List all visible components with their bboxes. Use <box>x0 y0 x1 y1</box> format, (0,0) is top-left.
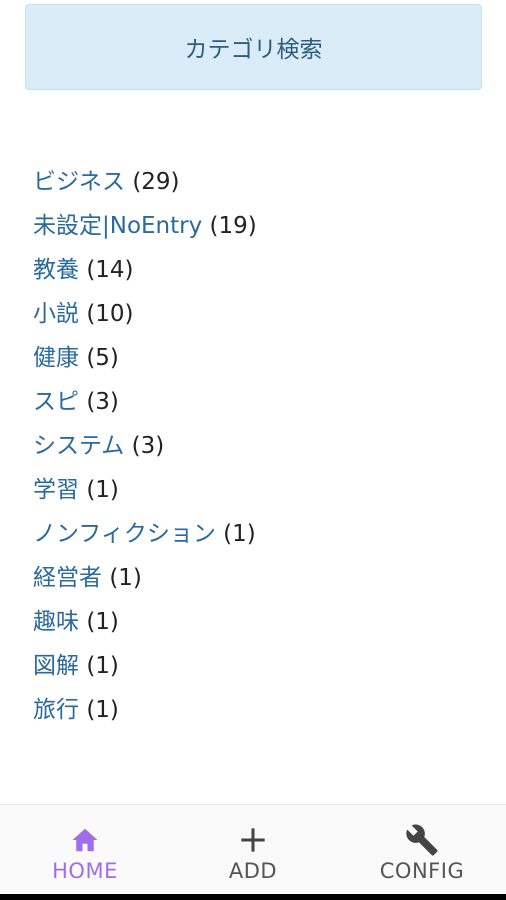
bottom-navigation: HOME ADD CONFIG <box>0 804 506 894</box>
category-link[interactable]: システム <box>33 433 124 459</box>
category-link[interactable]: スピ <box>33 389 79 415</box>
bottom-edge-bar <box>0 894 506 900</box>
nav-home-button[interactable]: HOME <box>20 805 150 894</box>
category-count: (1) <box>109 565 142 591</box>
category-count: (1) <box>223 521 256 547</box>
category-item: 旅行 (1) <box>33 688 257 732</box>
category-item: ビジネス (29) <box>33 160 257 204</box>
nav-add-button[interactable]: ADD <box>188 805 318 894</box>
category-item: スピ (3) <box>33 380 257 424</box>
category-count: (29) <box>132 169 180 195</box>
category-count: (19) <box>209 213 257 239</box>
category-count: (3) <box>131 433 165 459</box>
category-link[interactable]: 趣味 <box>33 609 79 635</box>
wrench-icon <box>405 823 439 857</box>
nav-home-label: HOME <box>52 859 118 883</box>
category-link[interactable]: 教養 <box>33 257 79 283</box>
category-search-button[interactable]: カテゴリ検索 <box>25 4 482 90</box>
category-link[interactable]: ノンフィクション <box>33 521 216 547</box>
category-link[interactable]: 旅行 <box>33 697 79 723</box>
category-item: 学習 (1) <box>33 468 257 512</box>
category-item: 小説 (10) <box>33 292 257 336</box>
category-item: 経営者 (1) <box>33 556 257 600</box>
nav-config-button[interactable]: CONFIG <box>357 805 487 894</box>
category-list: ビジネス (29) 未設定|NoEntry (19) 教養 (14) 小説 (1… <box>33 160 257 732</box>
category-count: (5) <box>86 345 119 371</box>
category-count: (1) <box>86 477 119 503</box>
category-item: ノンフィクション (1) <box>33 512 257 556</box>
category-item: 趣味 (1) <box>33 600 257 644</box>
category-count: (3) <box>86 389 119 415</box>
category-count: (14) <box>86 257 134 283</box>
category-search-label: カテゴリ検索 <box>184 37 323 63</box>
category-count: (1) <box>86 697 119 723</box>
category-item: システム (3) <box>33 424 257 468</box>
category-link[interactable]: 未設定|NoEntry <box>33 213 202 239</box>
category-item: 教養 (14) <box>33 248 257 292</box>
category-link[interactable]: ビジネス <box>33 169 125 195</box>
category-item: 図解 (1) <box>33 644 257 688</box>
category-count: (10) <box>86 301 134 327</box>
plus-icon <box>236 823 270 857</box>
category-link[interactable]: 小説 <box>33 301 79 327</box>
category-count: (1) <box>86 653 119 679</box>
category-link[interactable]: 健康 <box>33 345 79 371</box>
category-item: 未設定|NoEntry (19) <box>33 204 257 248</box>
category-link[interactable]: 図解 <box>33 653 79 679</box>
nav-add-label: ADD <box>228 859 278 883</box>
home-icon <box>68 823 102 857</box>
nav-config-label: CONFIG <box>379 859 465 883</box>
category-link[interactable]: 学習 <box>33 477 79 503</box>
category-count: (1) <box>86 609 119 635</box>
category-item: 健康 (5) <box>33 336 257 380</box>
category-link[interactable]: 経営者 <box>33 565 102 591</box>
